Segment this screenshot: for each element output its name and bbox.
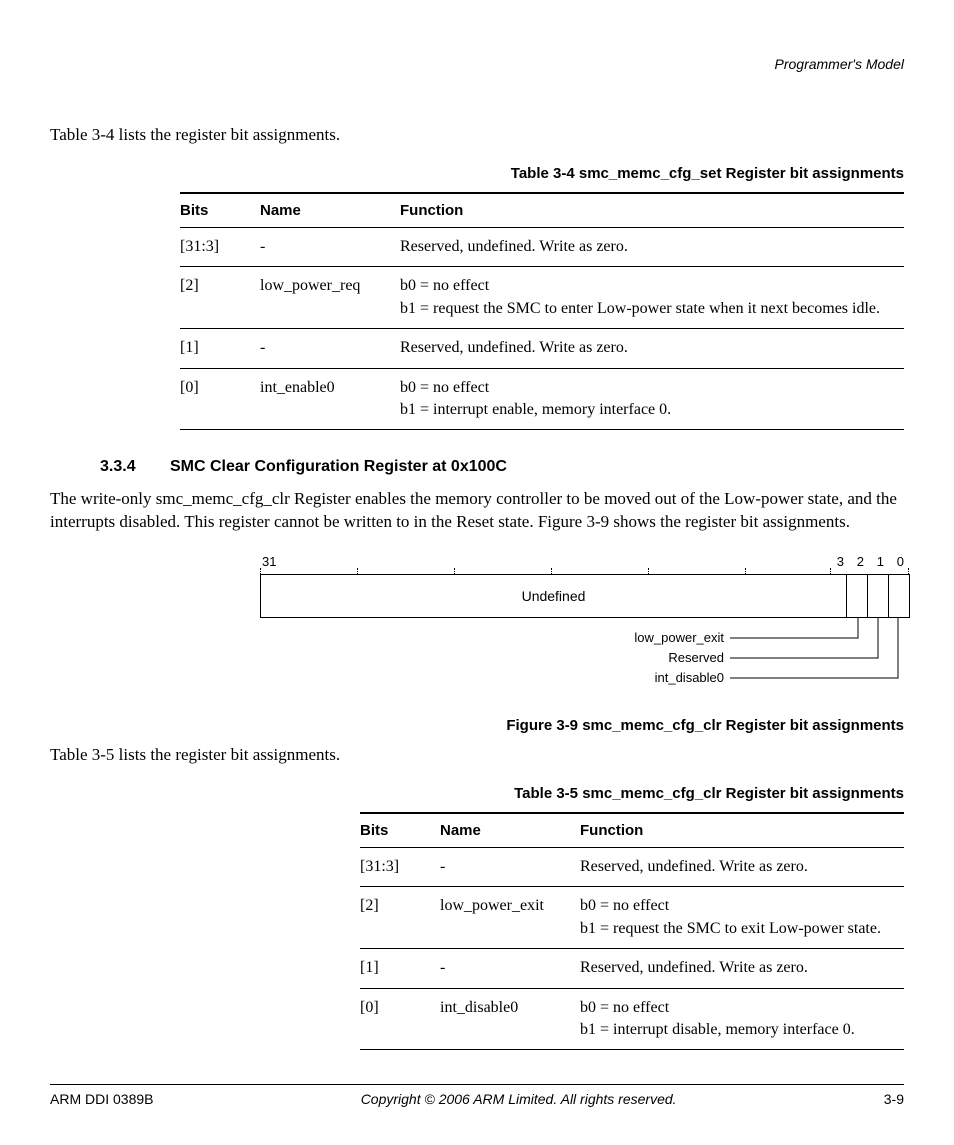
- leader-lines: low_power_exit Reserved int_disable0: [260, 618, 910, 703]
- leader-label-int-disable0: int_disable0: [655, 670, 724, 685]
- bit-label-0: 0: [897, 554, 904, 569]
- cell-name: int_enable0: [260, 368, 400, 430]
- table-row: [1] - Reserved, undefined. Write as zero…: [180, 329, 904, 368]
- bit-label-2: 2: [857, 554, 864, 569]
- col-bits-header: Bits: [180, 193, 260, 228]
- footer-left: ARM DDI 0389B: [50, 1091, 153, 1107]
- leader-label-low-power-exit: low_power_exit: [634, 630, 724, 645]
- table-caption-1: Table 3-4 smc_memc_cfg_set Register bit …: [50, 165, 904, 182]
- page-footer: ARM DDI 0389B Copyright © 2006 ARM Limit…: [50, 1084, 904, 1107]
- table-row: [2] low_power_exit b0 = no effectb1 = re…: [360, 887, 904, 949]
- section-title: SMC Clear Configuration Register at 0x10…: [170, 458, 507, 476]
- cell-name: -: [440, 949, 580, 988]
- table-row: [0] int_disable0 b0 = no effectb1 = inte…: [360, 988, 904, 1050]
- col-name-header: Name: [440, 813, 580, 848]
- table-row: [0] int_enable0 b0 = no effectb1 = inter…: [180, 368, 904, 430]
- cell-bits: [31:3]: [180, 227, 260, 266]
- bit-label-1: 1: [877, 554, 884, 569]
- page: Programmer's Model Table 3-4 lists the r…: [0, 0, 954, 1145]
- table-row: [31:3] - Reserved, undefined. Write as z…: [360, 848, 904, 887]
- intro-paragraph-2: Table 3-5 lists the register bit assignm…: [50, 744, 904, 767]
- register-box: Undefined: [260, 574, 910, 618]
- leader-svg: [260, 618, 910, 703]
- section-heading: 3.3.4 SMC Clear Configuration Register a…: [50, 458, 904, 476]
- register-figure: 31 3 2 1 0 Undefined low_p: [260, 552, 910, 703]
- table-row: [1] - Reserved, undefined. Write as zero…: [360, 949, 904, 988]
- table-header-row: Bits Name Function: [180, 193, 904, 228]
- cell-name: -: [260, 329, 400, 368]
- undefined-field: Undefined: [261, 575, 846, 617]
- register-table-1: Bits Name Function [31:3] - Reserved, un…: [180, 192, 904, 430]
- cell-name: int_disable0: [440, 988, 580, 1050]
- cell-bits: [0]: [180, 368, 260, 430]
- bit-cell-2: [846, 575, 867, 617]
- cell-func: b0 = no effectb1 = request the SMC to en…: [400, 267, 904, 329]
- cell-bits: [31:3]: [360, 848, 440, 887]
- cell-func: Reserved, undefined. Write as zero.: [580, 949, 904, 988]
- cell-func: b0 = no effectb1 = request the SMC to ex…: [580, 887, 904, 949]
- col-name-header: Name: [260, 193, 400, 228]
- running-header: Programmer's Model: [50, 56, 904, 72]
- figure-caption: Figure 3-9 smc_memc_cfg_clr Register bit…: [50, 717, 904, 734]
- cell-func: Reserved, undefined. Write as zero.: [400, 227, 904, 266]
- col-bits-header: Bits: [360, 813, 440, 848]
- section-paragraph: The write-only smc_memc_cfg_clr Register…: [50, 488, 904, 534]
- cell-bits: [0]: [360, 988, 440, 1050]
- cell-func: b0 = no effectb1 = interrupt enable, mem…: [400, 368, 904, 430]
- cell-name: -: [260, 227, 400, 266]
- section-number: 3.3.4: [100, 458, 170, 476]
- cell-bits: [1]: [360, 949, 440, 988]
- cell-name: low_power_exit: [440, 887, 580, 949]
- cell-func: Reserved, undefined. Write as zero.: [400, 329, 904, 368]
- bit-header: 31 3 2 1 0: [260, 552, 910, 574]
- cell-func: b0 = no effectb1 = interrupt disable, me…: [580, 988, 904, 1050]
- bit-label-31: 31: [262, 554, 276, 569]
- bit-label-3: 3: [837, 554, 844, 569]
- cell-func: Reserved, undefined. Write as zero.: [580, 848, 904, 887]
- cell-bits: [1]: [180, 329, 260, 368]
- table-caption-2: Table 3-5 smc_memc_cfg_clr Register bit …: [50, 785, 904, 802]
- register-table-2: Bits Name Function [31:3] - Reserved, un…: [360, 812, 904, 1050]
- cell-bits: [2]: [180, 267, 260, 329]
- leader-label-reserved: Reserved: [668, 650, 724, 665]
- table-row: [31:3] - Reserved, undefined. Write as z…: [180, 227, 904, 266]
- intro-paragraph-1: Table 3-4 lists the register bit assignm…: [50, 124, 904, 147]
- table-header-row: Bits Name Function: [360, 813, 904, 848]
- table-row: [2] low_power_req b0 = no effectb1 = req…: [180, 267, 904, 329]
- footer-page-number: 3-9: [884, 1091, 904, 1107]
- cell-name: low_power_req: [260, 267, 400, 329]
- cell-bits: [2]: [360, 887, 440, 949]
- bit-cell-0: [888, 575, 909, 617]
- col-func-header: Function: [400, 193, 904, 228]
- cell-name: -: [440, 848, 580, 887]
- bit-cell-1: [867, 575, 888, 617]
- col-func-header: Function: [580, 813, 904, 848]
- footer-copyright: Copyright © 2006 ARM Limited. All rights…: [361, 1091, 677, 1107]
